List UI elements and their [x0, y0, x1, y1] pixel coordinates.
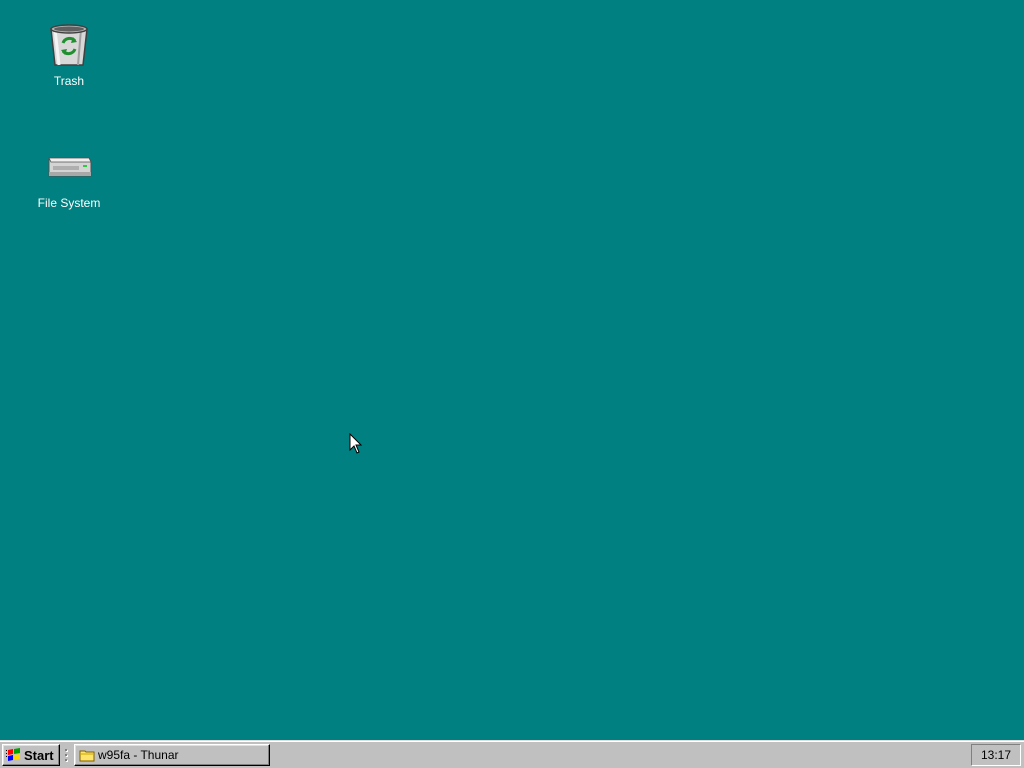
desktop-icon-label: Trash: [53, 74, 85, 88]
desktop-icon-file-system[interactable]: File System: [24, 142, 114, 210]
windows-logo-icon: [6, 748, 20, 761]
task-button-thunar[interactable]: w95fa - Thunar: [74, 744, 270, 766]
start-button-label: Start: [24, 747, 54, 763]
tray-clock[interactable]: 13:17: [971, 744, 1021, 766]
taskbar-grip[interactable]: [64, 745, 68, 765]
desktop-icon-label: File System: [37, 196, 101, 210]
trash-icon: [43, 20, 95, 70]
task-button-label: w95fa - Thunar: [98, 748, 179, 762]
desktop[interactable]: Trash File System: [0, 0, 1024, 740]
start-button[interactable]: Start: [2, 744, 60, 766]
grip-dot: [65, 754, 67, 756]
folder-icon: [79, 750, 95, 761]
grip-dot: [65, 759, 67, 761]
hard-drive-icon: [43, 142, 95, 192]
desktop-icon-trash[interactable]: Trash: [24, 20, 114, 88]
grip-dot: [65, 749, 67, 751]
taskbar: Start w95fa - Thunar 13:17: [0, 740, 1024, 768]
